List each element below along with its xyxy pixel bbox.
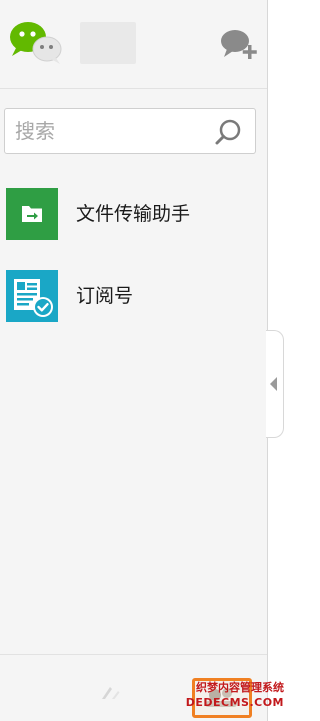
settings-mark-icon[interactable] — [98, 679, 128, 701]
watermark-url: DEDECMS.COM — [185, 696, 284, 709]
chevron-left-icon — [270, 377, 277, 391]
chat-item-label: 订阅号 — [76, 285, 134, 307]
user-name-blurred — [80, 22, 136, 64]
watermark: 织梦内容管理系统 DEDECMS.COM — [174, 676, 284, 718]
watermark-title: 织梦内容管理系统 — [196, 681, 284, 694]
collapse-panel-button[interactable] — [266, 330, 284, 438]
panel-footer: 织梦内容管理系统 DEDECMS.COM — [0, 655, 287, 721]
folder-arrow-icon — [6, 188, 58, 240]
start-chat-icon[interactable] — [218, 26, 260, 62]
search-box[interactable] — [4, 108, 256, 154]
chat-item-label: 文件传输助手 — [76, 203, 191, 225]
article-check-icon — [6, 270, 58, 322]
panel-header — [0, 0, 267, 88]
search-input[interactable] — [15, 117, 203, 145]
chat-panel: 文件传输助手 订阅号 — [0, 0, 268, 721]
search-icon[interactable] — [214, 118, 244, 146]
wechat-logo-icon — [8, 18, 64, 66]
chat-item-subscriptions[interactable]: 订阅号 — [0, 264, 267, 326]
chat-item-file-transfer[interactable]: 文件传输助手 — [0, 182, 267, 244]
header-divider — [0, 88, 267, 89]
